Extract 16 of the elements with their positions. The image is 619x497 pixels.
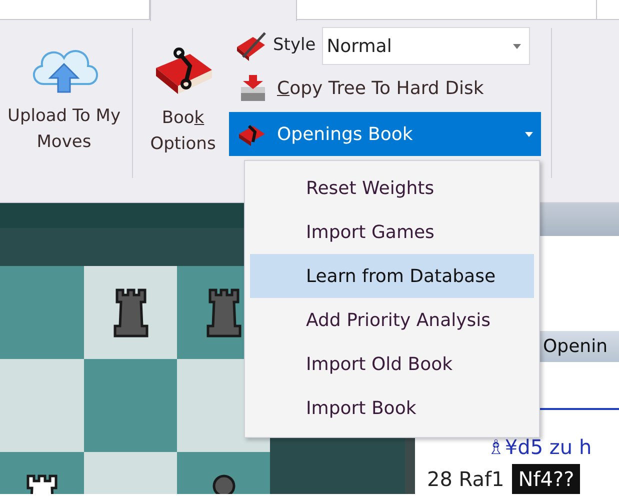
caret-icon [525,132,533,136]
move-text: 28 Raf1 [427,466,504,493]
current-move[interactable]: Nf4?? [512,464,580,494]
copy-tree-button[interactable]: Copy Tree To Hard Disk [233,73,488,103]
menu-item[interactable]: Import Games [250,210,534,254]
style-dropdown[interactable]: Normal [322,27,530,65]
ribbon-tab[interactable] [150,0,297,21]
style-label: Style [273,34,316,58]
menu-item[interactable]: Import Book [250,386,534,430]
move-comment: ♗¥d5 zu h [486,434,593,461]
openings-book-dropdown[interactable]: Openings Book [229,112,541,156]
upload-button[interactable]: Upload To My Moves [0,28,128,202]
menu-item[interactable]: Reset Weights [250,166,534,210]
menu-item[interactable]: Learn from Database [250,254,534,298]
book-options-button[interactable]: Book Options [137,28,229,202]
caret-icon [512,44,521,48]
